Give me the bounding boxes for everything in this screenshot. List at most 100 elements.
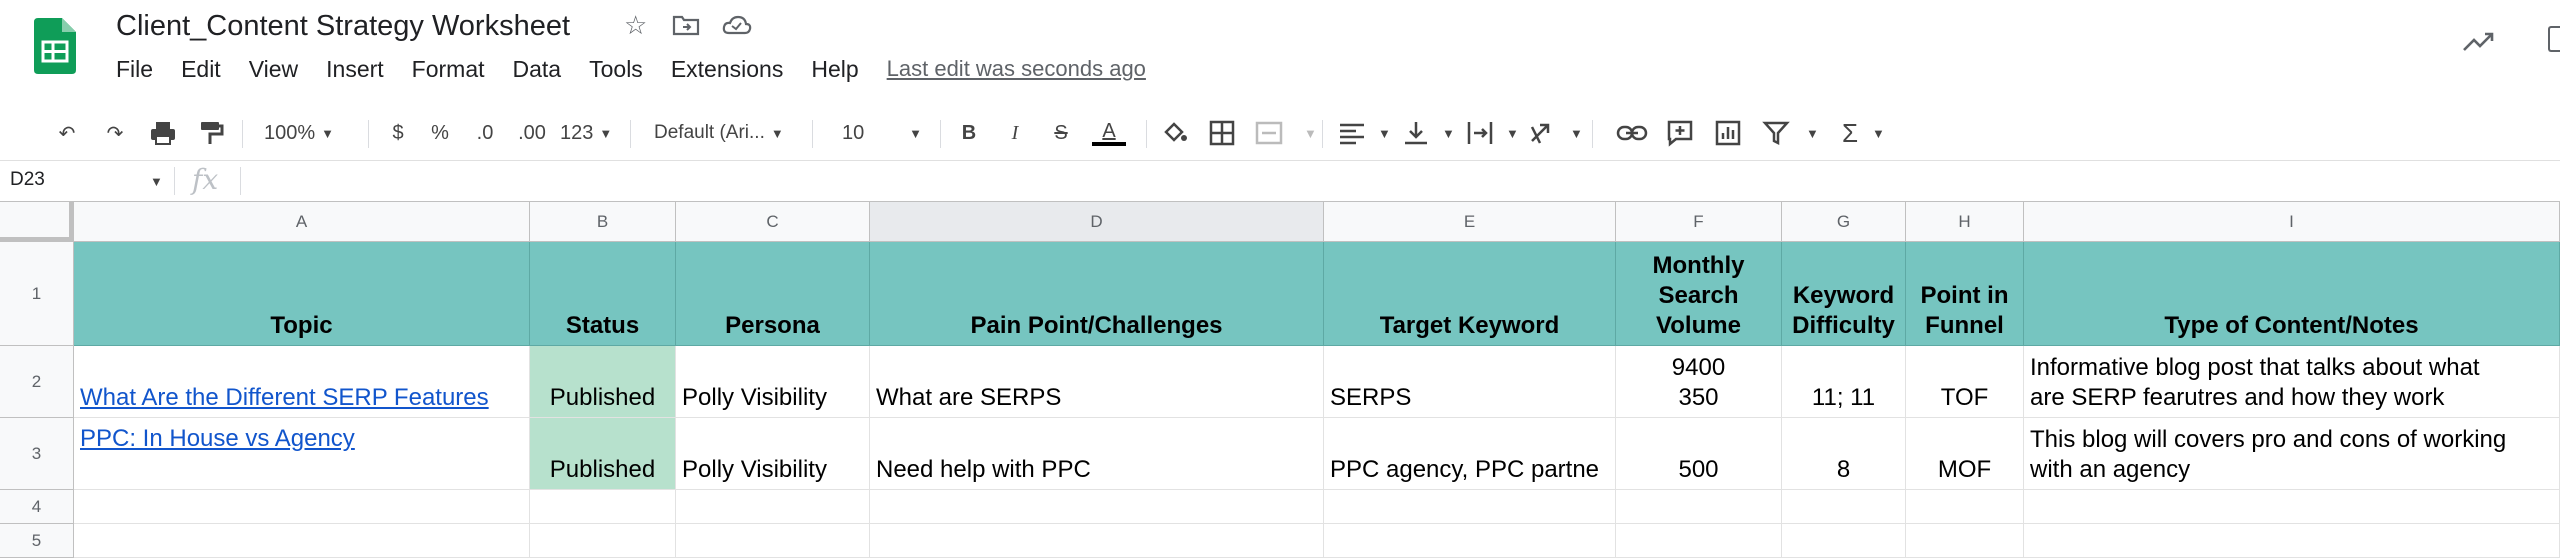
column-header-g[interactable]: G bbox=[1782, 202, 1906, 242]
cell-funnel[interactable]: MOF bbox=[1906, 418, 2024, 490]
column-header-b[interactable]: B bbox=[530, 202, 676, 242]
chevron-down-icon[interactable]: ▼ bbox=[1806, 118, 1819, 148]
empty-cell[interactable] bbox=[1782, 524, 1906, 558]
italic-button[interactable]: I bbox=[1002, 118, 1028, 148]
topic-link[interactable]: What Are the Different SERP Features bbox=[80, 383, 523, 413]
chevron-down-icon[interactable]: ▼ bbox=[1442, 118, 1455, 148]
chevron-down-icon[interactable]: ▼ bbox=[1378, 118, 1391, 148]
merge-cells-icon[interactable] bbox=[1254, 118, 1284, 148]
currency-format-button[interactable]: $ bbox=[386, 118, 410, 148]
row-header-5[interactable]: 5 bbox=[0, 524, 74, 558]
formula-input[interactable] bbox=[248, 165, 2548, 197]
column-header-e[interactable]: E bbox=[1324, 202, 1616, 242]
star-icon[interactable]: ☆ bbox=[624, 10, 647, 41]
cell-status[interactable]: Published bbox=[530, 418, 676, 490]
bold-button[interactable]: B bbox=[956, 118, 982, 148]
cell-pain-point[interactable]: What are SERPS bbox=[870, 346, 1324, 418]
column-header-f[interactable]: F bbox=[1616, 202, 1782, 242]
cell-notes[interactable]: Informative blog post that talks about w… bbox=[2024, 346, 2560, 418]
merge-chevron-down-icon[interactable]: ▼ bbox=[1304, 118, 1317, 148]
borders-icon[interactable] bbox=[1208, 118, 1236, 148]
insert-comment-icon[interactable] bbox=[1666, 118, 1694, 148]
insert-chart-icon[interactable] bbox=[1714, 118, 1742, 148]
cell-search-volume[interactable]: 9400 350 bbox=[1616, 346, 1782, 418]
cell-target-keyword[interactable]: PPC agency, PPC partne bbox=[1324, 418, 1616, 490]
redo-icon[interactable]: ↷ bbox=[100, 118, 130, 148]
activity-trend-icon[interactable] bbox=[2462, 30, 2496, 52]
fill-color-icon[interactable] bbox=[1160, 118, 1190, 148]
column-header-a[interactable]: A bbox=[74, 202, 530, 242]
chevron-down-icon[interactable]: ▼ bbox=[1872, 118, 1885, 148]
header-cell-pain-point[interactable]: Pain Point/Challenges bbox=[870, 242, 1324, 346]
chevron-down-icon[interactable]: ▼ bbox=[1570, 118, 1583, 148]
menu-data[interactable]: Data bbox=[513, 56, 562, 83]
empty-cell[interactable] bbox=[530, 490, 676, 524]
font-size-select[interactable]: 10 ▼ bbox=[842, 118, 922, 148]
row-header-2[interactable]: 2 bbox=[0, 346, 74, 418]
strikethrough-button[interactable]: S bbox=[1048, 118, 1074, 148]
move-to-folder-icon[interactable] bbox=[672, 14, 700, 36]
paint-format-icon[interactable] bbox=[196, 118, 226, 148]
empty-cell[interactable] bbox=[870, 524, 1324, 558]
name-box-chevron-down-icon[interactable]: ▼ bbox=[150, 174, 163, 189]
horizontal-align-icon[interactable] bbox=[1338, 118, 1366, 148]
cell-pain-point[interactable]: Need help with PPC bbox=[870, 418, 1324, 490]
font-family-select[interactable]: Default (Ari... ▼ bbox=[654, 118, 784, 148]
column-header-d[interactable]: D bbox=[870, 202, 1324, 242]
zoom-select[interactable]: 100% ▼ bbox=[264, 118, 334, 148]
select-all-corner[interactable] bbox=[0, 202, 74, 242]
topic-link[interactable]: PPC: In House vs Agency bbox=[80, 424, 523, 454]
cell-search-volume[interactable]: 500 bbox=[1616, 418, 1782, 490]
print-icon[interactable] bbox=[148, 118, 178, 148]
chevron-down-icon[interactable]: ▼ bbox=[1506, 118, 1519, 148]
cell-status[interactable]: Published bbox=[530, 346, 676, 418]
header-cell-persona[interactable]: Persona bbox=[676, 242, 870, 346]
empty-cell[interactable] bbox=[74, 490, 530, 524]
text-color-button[interactable]: A bbox=[1092, 118, 1126, 148]
header-cell-type-of-content[interactable]: Type of Content/Notes bbox=[2024, 242, 2560, 346]
column-header-i[interactable]: I bbox=[2024, 202, 2560, 242]
cloud-status-icon[interactable] bbox=[722, 14, 752, 36]
cell-funnel[interactable]: TOF bbox=[1906, 346, 2024, 418]
functions-icon[interactable]: Σ bbox=[1836, 118, 1864, 148]
last-edit-link[interactable]: Last edit was seconds ago bbox=[887, 56, 1146, 83]
undo-icon[interactable]: ↶ bbox=[52, 118, 82, 148]
empty-cell[interactable] bbox=[1906, 524, 2024, 558]
increase-decimal-button[interactable]: .00 bbox=[514, 118, 550, 148]
text-wrapping-icon[interactable] bbox=[1466, 118, 1494, 148]
cell-topic[interactable]: What Are the Different SERP Features bbox=[74, 346, 530, 418]
row-header-1[interactable]: 1 bbox=[0, 242, 74, 346]
empty-cell[interactable] bbox=[74, 524, 530, 558]
empty-cell[interactable] bbox=[1616, 524, 1782, 558]
header-cell-point-in-funnel[interactable]: Point in Funnel bbox=[1906, 242, 2024, 346]
insert-link-icon[interactable] bbox=[1616, 118, 1648, 148]
cell-persona[interactable]: Polly Visibility bbox=[676, 418, 870, 490]
empty-cell[interactable] bbox=[2024, 524, 2560, 558]
sheets-logo-icon[interactable] bbox=[34, 18, 76, 74]
menu-file[interactable]: File bbox=[116, 56, 153, 83]
row-header-4[interactable]: 4 bbox=[0, 490, 74, 524]
menu-edit[interactable]: Edit bbox=[181, 56, 221, 83]
cell-notes[interactable]: This blog will covers pro and cons of wo… bbox=[2024, 418, 2560, 490]
empty-cell[interactable] bbox=[676, 524, 870, 558]
empty-cell[interactable] bbox=[1616, 490, 1782, 524]
cell-persona[interactable]: Polly Visibility bbox=[676, 346, 870, 418]
header-cell-monthly-search-volume[interactable]: Monthly Search Volume bbox=[1616, 242, 1782, 346]
menu-format[interactable]: Format bbox=[412, 56, 485, 83]
filter-icon[interactable] bbox=[1762, 118, 1790, 148]
header-cell-status[interactable]: Status bbox=[530, 242, 676, 346]
empty-cell[interactable] bbox=[1906, 490, 2024, 524]
header-cell-target-keyword[interactable]: Target Keyword bbox=[1324, 242, 1616, 346]
cell-target-keyword[interactable]: SERPS bbox=[1324, 346, 1616, 418]
text-rotation-icon[interactable] bbox=[1528, 118, 1558, 148]
empty-cell[interactable] bbox=[530, 524, 676, 558]
menu-view[interactable]: View bbox=[249, 56, 298, 83]
header-cell-topic[interactable]: Topic bbox=[74, 242, 530, 346]
percent-format-button[interactable]: % bbox=[428, 118, 452, 148]
empty-cell[interactable] bbox=[1324, 524, 1616, 558]
column-header-h[interactable]: H bbox=[1906, 202, 2024, 242]
row-header-3[interactable]: 3 bbox=[0, 418, 74, 490]
empty-cell[interactable] bbox=[870, 490, 1324, 524]
cell-keyword-difficulty[interactable]: 11; 11 bbox=[1782, 346, 1906, 418]
decrease-decimal-button[interactable]: .0 bbox=[470, 118, 500, 148]
